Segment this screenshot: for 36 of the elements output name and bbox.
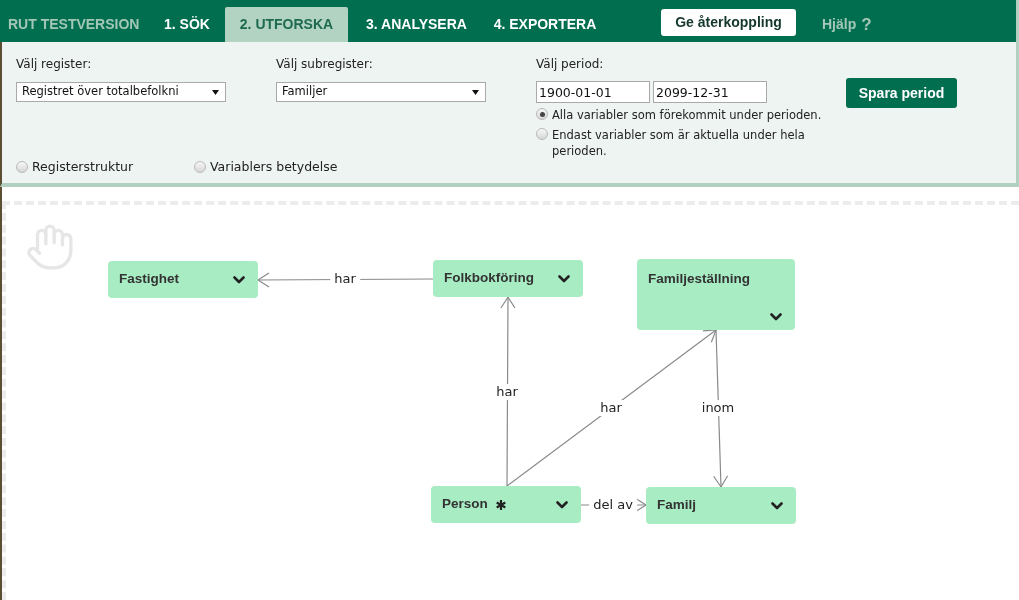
node-title: Fastighet xyxy=(119,270,179,289)
radio-label: Endast variabler som är aktuella under hela perioden. xyxy=(552,127,806,159)
radio-button[interactable] xyxy=(536,108,548,120)
field-label: Välj subregister: xyxy=(276,56,374,72)
chevron-down-icon[interactable] xyxy=(556,500,568,509)
save-period-button[interactable]: Spara period xyxy=(846,78,957,108)
nav-tab[interactable]: 4. EXPORTERA xyxy=(485,7,605,42)
subregister-select[interactable]: Familjer xyxy=(276,82,486,102)
brand-title: RUT TESTVERSION xyxy=(8,15,140,34)
edge-label: del av xyxy=(589,497,637,513)
node-title: Person xyxy=(442,495,488,514)
nav-tab[interactable]: 3. ANALYSERA xyxy=(349,7,484,42)
field-label: Välj period: xyxy=(536,56,605,72)
end-date-field[interactable]: 2099-12-31 xyxy=(653,81,767,103)
node-title: Folkbokföring xyxy=(444,269,534,288)
chevron-down-icon[interactable] xyxy=(770,313,782,321)
chevron-down-icon[interactable] xyxy=(233,275,245,284)
nav-tab[interactable]: 1. SÖK xyxy=(150,7,224,42)
feedback-button[interactable]: Ge återkoppling xyxy=(661,9,796,36)
chevron-down-icon[interactable] xyxy=(558,274,570,283)
radio-label: Registerstruktur xyxy=(32,159,134,175)
radio-button[interactable] xyxy=(194,161,206,173)
help-link[interactable]: Hjälp ? xyxy=(822,7,872,42)
nav-tab[interactable]: 2. UTFORSKA xyxy=(225,7,348,42)
field-label: Välj register: xyxy=(16,56,93,72)
radio-button[interactable] xyxy=(536,128,548,140)
start-date-field[interactable]: 1900-01-01 xyxy=(536,81,650,103)
radio-label: Variablers betydelse xyxy=(210,159,338,175)
register-select[interactable]: Registret över totalbefolkni xyxy=(16,82,226,102)
node-title: Familj xyxy=(657,496,696,515)
caret-icon xyxy=(472,89,479,95)
caret-icon xyxy=(212,89,219,95)
radio-button[interactable] xyxy=(16,161,28,173)
node-title: Familjeställning xyxy=(648,270,751,288)
chevron-down-icon[interactable] xyxy=(771,501,783,510)
radio-label: Alla variabler som förekommit under perioden. xyxy=(552,107,822,123)
